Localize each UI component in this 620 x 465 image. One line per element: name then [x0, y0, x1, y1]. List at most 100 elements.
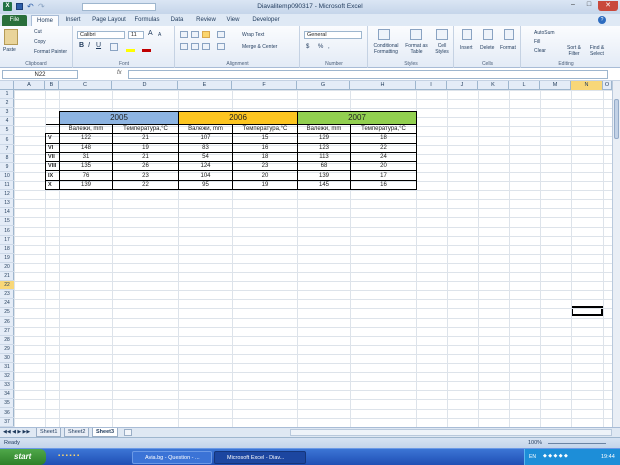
column-header[interactable]: M [540, 81, 571, 90]
sheet-tab-3-active[interactable]: Sheet3 [92, 428, 119, 437]
taskbar-item-excel[interactable]: Microsoft Excel - Diav... [214, 451, 306, 464]
minimize-button[interactable]: – [566, 1, 580, 11]
font-name-select[interactable]: Calibri [77, 31, 125, 39]
tab-review[interactable]: Review [192, 15, 220, 26]
value-cell[interactable]: 107 [178, 133, 233, 144]
vertical-scrollbar[interactable] [612, 81, 620, 427]
year-header-2005[interactable]: 2005 [59, 111, 179, 125]
new-sheet-icon[interactable] [124, 429, 132, 436]
tab-insert[interactable]: Insert [61, 15, 85, 26]
temp-header[interactable]: Температура,°C [350, 123, 417, 135]
value-cell[interactable]: 15 [232, 133, 298, 144]
value-cell[interactable]: 145 [297, 179, 351, 191]
align-bottom-icon[interactable] [202, 31, 210, 38]
row-header[interactable]: 2 [0, 99, 14, 109]
value-cell[interactable]: 83 [178, 142, 233, 153]
column-header[interactable]: I [416, 81, 447, 90]
insert-cells-icon[interactable] [462, 29, 472, 40]
value-cell[interactable]: 20 [232, 170, 298, 181]
value-cell[interactable]: 135 [59, 161, 113, 172]
blank-cell[interactable] [46, 125, 60, 134]
tab-file[interactable]: File [2, 15, 27, 26]
year-header-2006[interactable]: 2006 [178, 111, 298, 125]
tab-developer[interactable]: Developer [248, 15, 284, 26]
sort-filter-button[interactable]: Sort & Filter [564, 45, 584, 57]
value-cell[interactable]: 16 [350, 179, 417, 191]
indent-icon[interactable] [217, 43, 225, 50]
cut-button[interactable]: Cut [34, 29, 42, 35]
start-button[interactable]: start [0, 449, 46, 465]
tab-data[interactable]: Data [166, 15, 188, 26]
corner-cell[interactable] [45, 111, 60, 125]
row-header[interactable]: 37 [0, 418, 14, 427]
value-cell[interactable]: 31 [59, 151, 113, 163]
row-header[interactable]: 14 [0, 208, 14, 218]
row-header[interactable]: 12 [0, 190, 14, 200]
conditional-formatting-icon[interactable] [378, 29, 390, 40]
value-cell[interactable]: 129 [297, 133, 351, 144]
sheet-tab-2[interactable]: Sheet2 [64, 428, 90, 437]
row-header[interactable]: 29 [0, 345, 14, 354]
align-left-icon[interactable] [180, 43, 188, 50]
tray-icons[interactable]: ◆ ◆ ◆ ◆ ◆ [543, 453, 568, 459]
close-button[interactable]: ✕ [598, 1, 618, 11]
value-cell[interactable]: 21 [112, 133, 179, 144]
percent-button[interactable]: % [318, 44, 323, 50]
language-indicator[interactable]: EN [529, 454, 536, 460]
clear-button[interactable]: Clear [534, 48, 546, 54]
row-header[interactable]: 6 [0, 136, 14, 145]
column-header[interactable]: O [603, 81, 612, 90]
value-cell[interactable]: 139 [297, 170, 351, 181]
row-header[interactable]: 33 [0, 381, 14, 391]
tab-view[interactable]: View [222, 15, 244, 26]
scroll-thumb[interactable] [614, 99, 619, 139]
column-header[interactable]: G [297, 81, 350, 90]
row-header[interactable]: 5 [0, 126, 14, 136]
value-cell[interactable]: 19 [232, 179, 298, 191]
row-header[interactable]: 7 [0, 145, 14, 154]
row-header[interactable]: 24 [0, 299, 14, 309]
value-cell[interactable]: 95 [178, 179, 233, 191]
row-header[interactable]: 3 [0, 108, 14, 118]
row-header[interactable]: 10 [0, 172, 14, 181]
orientation-icon[interactable] [217, 31, 225, 38]
fill-button[interactable]: Fill [534, 39, 540, 45]
quick-launch-icons[interactable]: ▪ ▪ ▪ ▪ ▪ ▪ [58, 453, 118, 461]
wrap-text-button[interactable]: Wrap Text [242, 32, 264, 38]
month-cell[interactable]: V [45, 133, 60, 144]
name-box[interactable]: N22 [2, 70, 78, 79]
format-cells-button[interactable]: Format [500, 45, 516, 51]
row-header[interactable]: 35 [0, 399, 14, 409]
delete-cells-button[interactable]: Delete [480, 45, 494, 51]
help-icon[interactable]: ? [598, 16, 606, 24]
bold-button[interactable]: B [79, 42, 84, 49]
precip-header[interactable]: Валежи, mm [178, 123, 233, 135]
row-header[interactable]: 34 [0, 390, 14, 400]
column-header[interactable]: J [447, 81, 478, 90]
row-header[interactable]: 15 [0, 217, 14, 227]
month-cell[interactable]: IX [45, 170, 60, 181]
value-cell[interactable]: 17 [350, 170, 417, 181]
grow-font-button[interactable]: A [148, 30, 153, 37]
value-cell[interactable]: 22 [112, 179, 179, 191]
cell-styles-button[interactable]: Cell Styles [431, 43, 453, 55]
row-header[interactable]: 13 [0, 199, 14, 209]
value-cell[interactable]: 24 [350, 151, 417, 163]
value-cell[interactable]: 113 [297, 151, 351, 163]
select-all-corner[interactable] [0, 81, 14, 90]
value-cell[interactable]: 20 [350, 161, 417, 172]
precip-header[interactable]: Валежи, mm [59, 123, 113, 135]
row-header[interactable]: 27 [0, 327, 14, 336]
value-cell[interactable]: 123 [297, 142, 351, 153]
taskbar-item-browser[interactable]: Avia.bg - Question - ... [132, 451, 212, 464]
column-header[interactable]: L [509, 81, 540, 90]
borders-icon[interactable] [110, 43, 118, 51]
zoom-level[interactable]: 100% [528, 440, 542, 446]
align-right-icon[interactable] [202, 43, 210, 50]
column-header[interactable]: E [178, 81, 232, 90]
align-center-icon[interactable] [191, 43, 199, 50]
value-cell[interactable]: 68 [297, 161, 351, 172]
comma-button[interactable]: , [328, 44, 330, 50]
row-header-active[interactable]: 22 [0, 281, 14, 291]
row-header[interactable]: 32 [0, 372, 14, 382]
